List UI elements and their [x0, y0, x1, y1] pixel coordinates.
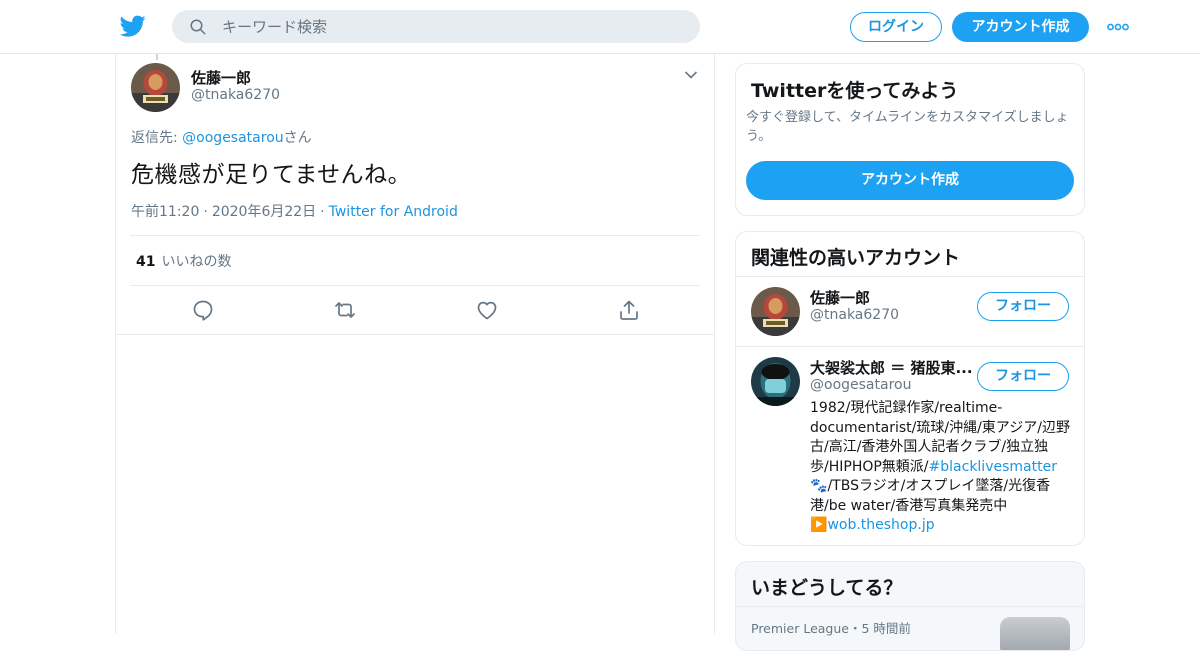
play-button-icon: ▶️: [810, 517, 828, 533]
paw-prints-icon: 🐾: [810, 478, 828, 494]
search-bar[interactable]: [172, 10, 700, 43]
divider: [130, 285, 700, 286]
account-name[interactable]: 佐藤一郎: [810, 287, 870, 308]
reply-prefix: 返信先:: [131, 130, 183, 146]
account-handle[interactable]: @tnaka6270: [810, 307, 899, 323]
meta-separator: ·: [203, 204, 208, 220]
trends-card: いまどうしてる？ Premier League・5 時間前: [735, 561, 1085, 651]
reply-to-handle-link[interactable]: @oogesatarou: [182, 130, 283, 146]
signup-card-title: Twitterを使ってみよう: [751, 80, 959, 102]
more-options-icon[interactable]: [1107, 22, 1129, 32]
avatar[interactable]: [751, 357, 800, 406]
signup-card-description: 今すぐ登録して、タイムラインをカスタマイズしましょう。: [746, 110, 1069, 144]
hashtag-link[interactable]: #blacklivesmatter: [929, 459, 1057, 475]
likes-stat[interactable]: 41 いいねの数: [136, 251, 231, 271]
divider: [736, 606, 1084, 607]
related-accounts-card: 関連性の高いアカウント 佐藤一郎 @tnaka6270 フォロー 大袈裟太郎 ＝…: [735, 231, 1085, 546]
likes-count: 41: [136, 254, 156, 270]
tweet-time[interactable]: 午前11:20: [131, 204, 199, 220]
login-button[interactable]: ログイン: [850, 12, 942, 42]
search-icon: [190, 19, 206, 35]
account-bio: 1982/現代記録作家/realtime-documentarist/琉球/沖縄…: [810, 399, 1075, 536]
reply-suffix: さん: [283, 130, 312, 146]
divider: [736, 276, 1084, 277]
avatar-image: [751, 287, 800, 336]
trend-context[interactable]: Premier League・5 時間前: [751, 618, 911, 637]
tweet-metadata: 午前11:20 · 2020年6月22日 · Twitter for Android: [131, 201, 458, 221]
author-name[interactable]: 佐藤一郎: [191, 67, 251, 88]
divider: [736, 346, 1084, 347]
likes-label: いいねの数: [161, 254, 232, 270]
follow-button[interactable]: フォロー: [977, 362, 1069, 391]
reply-context: 返信先: @oogesatarouさん: [131, 127, 312, 147]
create-account-button[interactable]: アカウント作成: [746, 161, 1074, 200]
twitter-bird-icon[interactable]: [119, 13, 147, 39]
bio-website-link[interactable]: wob.theshop.jp: [827, 517, 934, 533]
like-icon[interactable]: [475, 298, 499, 322]
share-icon[interactable]: [617, 298, 641, 322]
avatar-image: [131, 63, 180, 112]
reply-icon[interactable]: [191, 298, 215, 322]
chevron-down-icon[interactable]: [684, 70, 698, 80]
bio-text: /TBSラジオ/オスプレイ墜落/光復香港/be water/香港写真集発売中: [810, 478, 1051, 514]
tweet-text: 危機感が足りてませんね。: [131, 162, 412, 188]
tweet-detail-column: 佐藤一郎 @tnaka6270 返信先: @oogesatarouさん 危機感が…: [115, 54, 715, 634]
tweet-date[interactable]: 2020年6月22日: [212, 204, 316, 220]
signup-button[interactable]: アカウント作成: [952, 12, 1089, 42]
retweet-icon[interactable]: [333, 298, 357, 322]
author-handle[interactable]: @tnaka6270: [191, 87, 280, 103]
avatar-image: [751, 357, 800, 406]
search-input[interactable]: [222, 10, 682, 43]
avatar[interactable]: [131, 63, 180, 112]
divider: [130, 235, 700, 236]
trends-card-title: いまどうしてる？: [751, 577, 903, 599]
related-card-title: 関連性の高いアカウント: [751, 247, 961, 269]
tweet-source-link[interactable]: Twitter for Android: [329, 204, 458, 220]
divider: [116, 334, 714, 335]
trend-thumbnail[interactable]: [1000, 617, 1070, 650]
follow-button[interactable]: フォロー: [977, 292, 1069, 321]
thread-connector-line: [156, 54, 158, 60]
meta-separator: ·: [320, 204, 325, 220]
account-handle[interactable]: @oogesatarou: [810, 377, 911, 393]
account-name[interactable]: 大袈裟太郎 ＝ 猪股東...: [810, 357, 973, 378]
avatar[interactable]: [751, 287, 800, 336]
signup-prompt-card: Twitterを使ってみよう 今すぐ登録して、タイムラインをカスタマイズしましょ…: [735, 63, 1085, 216]
top-bar: ログイン アカウント作成: [0, 0, 1200, 54]
